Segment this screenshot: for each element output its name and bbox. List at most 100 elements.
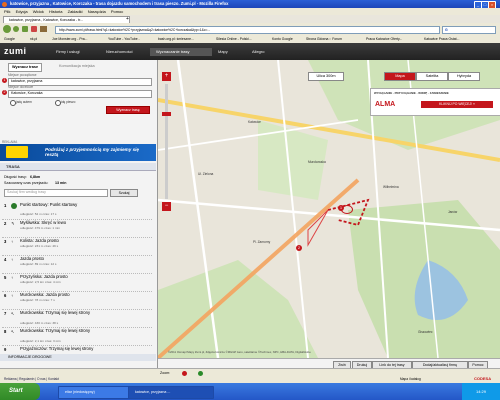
taskbar: Start eltar (niedostępny) katowice, przy… bbox=[0, 383, 500, 400]
straight-arrow-icon: ↑ bbox=[11, 275, 13, 280]
start-marker-icon: 1 bbox=[2, 78, 7, 83]
bookmark-item[interactable]: YouTube - YouTube - bbox=[108, 35, 140, 43]
route-length-label: Długość trasy: bbox=[4, 175, 27, 179]
nav-route[interactable]: Wyznaczanie trasy bbox=[150, 48, 212, 56]
status-bar: Zoom: Reklama | Regulamin | O nas | Kont… bbox=[0, 368, 500, 384]
map-type-map[interactable]: Mapa bbox=[384, 72, 416, 81]
route-panel: Wyznacz trase Komunikacja miejska Miejsc… bbox=[0, 60, 158, 368]
step-number: 5 bbox=[4, 275, 7, 280]
zoom-in-button[interactable]: + bbox=[162, 72, 171, 81]
tab-route[interactable]: Wyznacz trase bbox=[8, 63, 43, 72]
start-button[interactable]: Start bbox=[0, 383, 40, 400]
nav-allegro[interactable]: Allegro bbox=[246, 48, 282, 56]
site-logo[interactable]: zumi bbox=[4, 46, 27, 56]
route-search-button[interactable]: Szukaj bbox=[110, 189, 138, 197]
route-step[interactable]: 8 ↖ Murckowska: Trzymaj się lewej strony… bbox=[2, 328, 152, 346]
step-detail: odległość: 231 m czas: 49 s bbox=[20, 244, 59, 248]
window-title: katowice, przyjazna , Katowice, Korczaka… bbox=[10, 1, 229, 6]
menu-file[interactable]: Plik bbox=[4, 8, 10, 15]
step-detail: odległość: 430 m czas: 38 s bbox=[20, 321, 59, 325]
route-step[interactable]: 5 ↑ Przyzyńska: Jazda prosto odległość: … bbox=[2, 274, 152, 292]
nav-firms[interactable]: Firmy i usługi bbox=[50, 48, 102, 56]
map-ad-title: WYCIĄGANIE - PRZYCIĄGANIE - WIDZĘ - ZAWI… bbox=[374, 91, 449, 95]
menu-bookmarks[interactable]: Zakładki bbox=[68, 8, 83, 15]
tab-public-transport[interactable]: Komunikacja miejska bbox=[56, 63, 98, 70]
route-start-marker[interactable]: 1 bbox=[338, 205, 344, 211]
map-label: Giszowiec bbox=[418, 330, 433, 334]
nav-maps[interactable]: Mapy bbox=[212, 48, 248, 56]
bookmark-item[interactable]: nk.pl bbox=[30, 35, 37, 43]
taskbar-item[interactable]: eltar (niedostępny) bbox=[58, 386, 132, 399]
nav-real-estate[interactable]: Nieruchomości bbox=[100, 48, 152, 56]
traffic-info-bar[interactable]: INFORMACJE DROGOWE bbox=[0, 354, 156, 361]
route-step[interactable]: 1 Punkt startowy: Punkt startowy odległo… bbox=[2, 202, 152, 220]
site-header: zumi Firmy i usługi Nieruchomości Wyznac… bbox=[0, 43, 500, 60]
map-ad[interactable]: WYCIĄGANIE - PRZYCIĄGANIE - WIDZĘ - ZAWI… bbox=[370, 88, 500, 116]
home-icon[interactable] bbox=[40, 26, 47, 32]
footer-links[interactable]: Reklama | Regulamin | O nas | Kontakt bbox=[4, 377, 59, 381]
step-text: Przyjaźniczów: Trzymaj się lewej strony bbox=[20, 346, 94, 351]
step-number: 4 bbox=[4, 257, 7, 262]
straight-arrow-icon: ↑ bbox=[11, 293, 13, 298]
map-catalog-link[interactable]: Mapa i katalog bbox=[400, 377, 421, 381]
bookmark-item[interactable]: Silesia Online - Polski... bbox=[216, 35, 252, 43]
route-time-label: Szacowany czas przejazdu: bbox=[4, 181, 49, 185]
bookmark-item[interactable]: Praca Katowice Oferty... bbox=[366, 35, 402, 43]
zoom-control: + − bbox=[162, 72, 172, 212]
navigation-bar: http://www.zumi.pl/trasa.html?q1=katowic… bbox=[0, 23, 500, 35]
to-input[interactable]: Katowice, Korczaka bbox=[8, 90, 152, 98]
new-tab-icon[interactable]: + bbox=[126, 16, 129, 22]
step-detail: odległość: 2,1 km czas: 3 min bbox=[20, 339, 61, 343]
route-step[interactable]: 4 ↑ Jazda prosto odległość: 89 m czas: 1… bbox=[2, 256, 152, 274]
reload-icon[interactable] bbox=[22, 26, 28, 32]
route-time-value: 13 min bbox=[55, 181, 67, 185]
step-number: 1 bbox=[4, 203, 7, 208]
menu-help[interactable]: Pomoc bbox=[111, 8, 123, 15]
bookmark-item[interactable]: Strona Główna :: Forum bbox=[306, 35, 342, 43]
map-view[interactable]: 2 1 Ul. Zielona Murckowska Katowice Gisz… bbox=[158, 60, 500, 358]
bookmark-item[interactable]: Joe Monster.org - Pra... bbox=[52, 35, 87, 43]
bookmark-item[interactable]: Katowice Praca Ostat... bbox=[424, 35, 459, 43]
route-step[interactable]: 9 Przyjaźniczów: Trzymaj się lewej stron… bbox=[2, 346, 152, 354]
menu-history[interactable]: Historia bbox=[49, 8, 63, 15]
zoom-minus-icon[interactable] bbox=[182, 371, 187, 376]
to-label: Miejsce docelowe bbox=[8, 85, 34, 89]
traffic-info-label: INFORMACJE DROGOWE bbox=[8, 355, 52, 359]
search-input[interactable]: G bbox=[442, 26, 496, 34]
route-step[interactable]: 3 ↑ Kolista: Jazda prosto odległość: 231… bbox=[2, 238, 152, 256]
zoom-slider-handle[interactable] bbox=[162, 112, 171, 116]
map-type-hybrid[interactable]: Hybryda bbox=[448, 72, 480, 81]
taskbar-item-active[interactable]: katowice, przyjazna ... bbox=[128, 386, 214, 399]
submit-route-button[interactable]: Wyznacz trasę bbox=[106, 106, 150, 114]
zoom-out-button[interactable]: − bbox=[162, 202, 171, 211]
stop-icon[interactable] bbox=[31, 26, 37, 32]
map-label: Katowice bbox=[248, 120, 261, 124]
menu-bar: Plik Edycja Widok Historia Zakładki Narz… bbox=[0, 8, 500, 15]
ad-banner[interactable]: Podróżuj z przyjemnością my zajmiemy się… bbox=[0, 144, 156, 161]
map-type-satellite[interactable]: Satelita bbox=[416, 72, 448, 81]
route-search-input[interactable]: Szukaj firm według trasy bbox=[4, 189, 108, 197]
map-label: Murckowska bbox=[308, 160, 326, 164]
menu-tools[interactable]: Narzędzia bbox=[88, 8, 106, 15]
bookmark-item[interactable]: Google bbox=[4, 35, 15, 43]
address-bar[interactable]: http://www.zumi.pl/trasa.html?q1=katowic… bbox=[55, 26, 440, 34]
route-end-marker[interactable]: 2 bbox=[296, 245, 302, 251]
menu-view[interactable]: Widok bbox=[33, 8, 44, 15]
back-button[interactable] bbox=[3, 25, 11, 33]
straight-arrow-icon: ↑ bbox=[11, 257, 13, 262]
route-step[interactable]: 6 ↑ Murckowska: Jazda prosto odległość: … bbox=[2, 292, 152, 310]
map-label: Ul. Zielona bbox=[198, 172, 214, 176]
zoom-slider-track[interactable] bbox=[165, 84, 168, 199]
route-step[interactable]: 7 ↖ Murckowska: Trzymaj się lewej strony… bbox=[2, 310, 152, 328]
map-ad-cta[interactable]: KLIKNIJ PO WIĘCEJ! » bbox=[421, 101, 493, 108]
route-step[interactable]: 2 ↰ Myśliwska: Skręć w lewo odległość: 4… bbox=[2, 220, 152, 238]
start-label: Start bbox=[9, 388, 23, 394]
forward-button[interactable] bbox=[13, 26, 19, 32]
zoom-plus-icon[interactable] bbox=[198, 371, 203, 376]
step-text: Myśliwska: Skręć w lewo bbox=[20, 220, 67, 225]
bookmark-item[interactable]: Konto Google bbox=[272, 35, 293, 43]
step-detail: odległość: 78 m czas: 7 s bbox=[20, 298, 55, 302]
straight-arrow-icon: ↑ bbox=[11, 239, 13, 244]
menu-edit[interactable]: Edycja bbox=[16, 8, 28, 15]
bookmark-item[interactable]: bash.org.pl: śmieszne... bbox=[158, 35, 194, 43]
